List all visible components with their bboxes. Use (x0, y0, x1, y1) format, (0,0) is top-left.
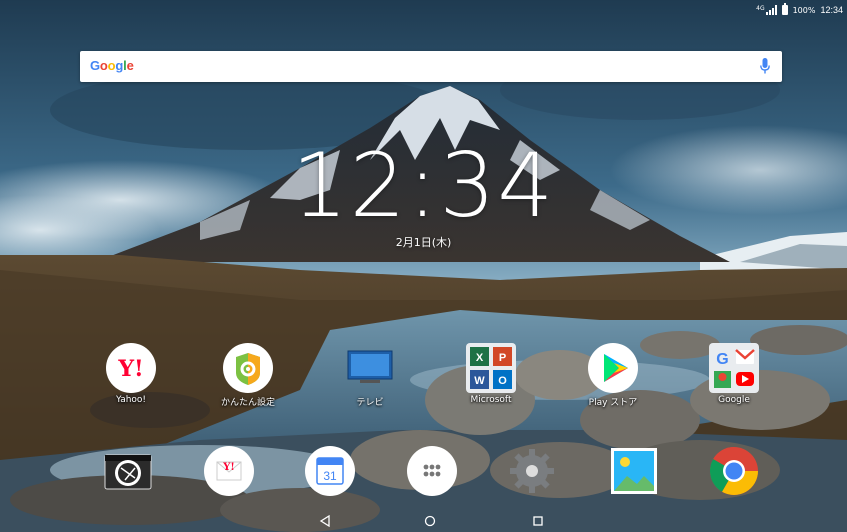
svg-text:X: X (476, 352, 484, 364)
svg-text:Y!: Y! (222, 462, 235, 473)
easy-settings-icon (223, 343, 273, 393)
navigation-bar (0, 510, 847, 532)
gallery-icon (609, 446, 659, 496)
svg-text:W: W (474, 375, 485, 387)
google-folder-icon: G (709, 343, 759, 393)
camera-icon (103, 446, 153, 496)
svg-text:P: P (499, 352, 506, 364)
dock-app-settings[interactable] (482, 446, 582, 496)
dock-app-calendar[interactable]: 31 (280, 446, 380, 496)
app-tv[interactable]: テレビ (320, 343, 420, 408)
app-easy-settings[interactable]: かんたん設定 (198, 343, 298, 408)
clock-widget-time[interactable]: 12:34 (0, 136, 847, 236)
microsoft-folder-icon: X P W O (466, 343, 516, 393)
calendar-icon: 31 (305, 446, 355, 496)
dock-app-camera[interactable] (78, 446, 178, 496)
back-button[interactable] (318, 515, 332, 527)
dock-app-chrome[interactable] (684, 446, 784, 496)
yahoo-mail-icon: Y! (204, 446, 254, 496)
dock-app-gallery[interactable] (584, 446, 684, 496)
home-screen: 4G 100% 12:34 Google 12:34 2月1日(木) Y! Ya… (0, 0, 847, 532)
svg-text:G: G (716, 351, 728, 368)
tv-icon (345, 343, 395, 393)
calendar-date-text: 31 (323, 469, 337, 483)
app-label: Microsoft (470, 395, 512, 405)
app-yahoo[interactable]: Y! Yahoo! (81, 343, 181, 405)
play-store-icon (588, 343, 638, 393)
app-label: テレビ (356, 398, 384, 408)
app-play-store[interactable]: Play ストア (563, 343, 663, 408)
signal-icon: 4G (756, 5, 777, 15)
clock-widget-date[interactable]: 2月1日(木) (0, 234, 847, 250)
svg-text:O: O (498, 375, 507, 387)
status-bar: 4G 100% 12:34 (0, 0, 847, 20)
status-time: 12:34 (820, 5, 843, 15)
recent-apps-button[interactable] (531, 515, 545, 527)
app-label: Google (718, 395, 750, 405)
settings-icon (507, 446, 557, 496)
dock-app-yahoo-mail[interactable]: Y! (179, 446, 279, 496)
network-type-label: 4G (756, 5, 765, 12)
google-search-bar[interactable]: Google (80, 51, 782, 82)
app-microsoft-folder[interactable]: X P W O Microsoft (441, 343, 541, 405)
app-label: Play ストア (588, 398, 638, 408)
home-button[interactable] (423, 515, 437, 527)
battery-percent: 100% (792, 5, 816, 15)
google-logo: Google (90, 58, 134, 73)
yahoo-icon: Y! (106, 343, 156, 393)
microphone-icon[interactable] (760, 58, 770, 75)
app-label: かんたん設定 (220, 398, 275, 408)
dock-app-drawer[interactable] (382, 446, 482, 496)
chrome-icon (709, 446, 759, 496)
app-label: Yahoo! (115, 395, 147, 405)
battery-icon (781, 3, 788, 15)
app-drawer-icon (407, 446, 457, 496)
app-google-folder[interactable]: G Google (684, 343, 784, 405)
svg-text:Y!: Y! (117, 356, 143, 382)
